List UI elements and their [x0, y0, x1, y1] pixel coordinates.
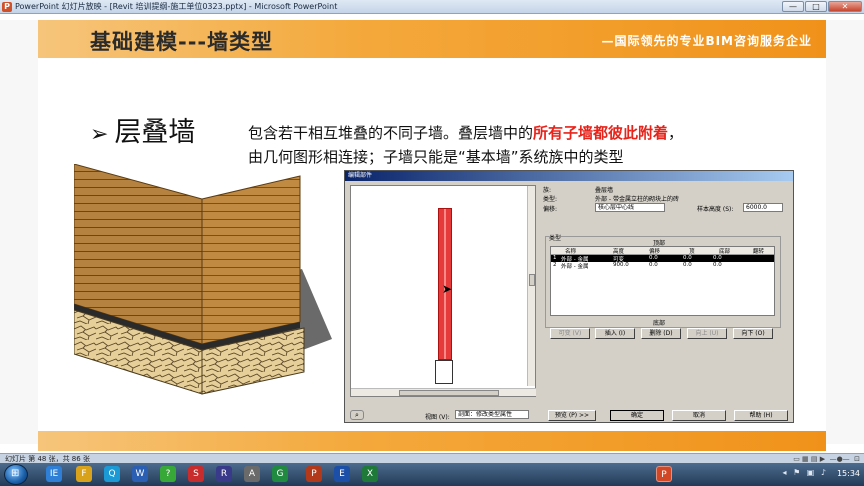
- taskbar-word-icon[interactable]: W: [132, 466, 148, 482]
- bottom-label: 底部: [653, 320, 666, 327]
- row-top: 0.0: [683, 262, 692, 268]
- taskbar-app-icon[interactable]: A: [244, 466, 260, 482]
- layers-table[interactable]: 名称 高度 偏移 顶 底部 翻转 1 外部 - 金属 可变 0.0 0.0 0.…: [550, 246, 775, 316]
- taskbar-folder-icon[interactable]: F: [76, 466, 92, 482]
- window-titlebar: P PowerPoint 幻灯片放映 - [Revit 培训提纲-施工单位032…: [0, 0, 864, 14]
- row-number: 2: [553, 262, 557, 268]
- row-top: 0.0: [683, 255, 692, 261]
- body-line-1-pre: 包含若干相互堆叠的不同子墙。叠层墙中的: [248, 124, 534, 142]
- hscroll-thumb[interactable]: [399, 390, 499, 396]
- taskbar-app-icon[interactable]: S: [188, 466, 204, 482]
- help-button[interactable]: 帮助 (H): [734, 410, 788, 421]
- taskbar-app-icon[interactable]: R: [216, 466, 232, 482]
- slide-slogan: —国际领先的专业BIM咨询服务企业: [601, 34, 812, 48]
- preview-vertical-scrollbar[interactable]: [527, 186, 535, 386]
- view-select[interactable]: 剖面：修改类型属性: [455, 410, 529, 419]
- taskbar-app-icon[interactable]: P: [306, 466, 322, 482]
- sample-height-input[interactable]: 6000.0: [743, 203, 783, 212]
- slide-canvas[interactable]: 基础建模---墙类型 —国际领先的专业BIM咨询服务企业 ➢ 层叠墙 包含若干相互…: [0, 14, 864, 453]
- vscroll-thumb[interactable]: [529, 274, 535, 286]
- taskbar-clock[interactable]: 15:34: [837, 469, 860, 478]
- table-row[interactable]: 2 外部 - 金属 900.0 0.0 0.0 0.0: [551, 262, 774, 270]
- body-line-1-highlight: 所有子墙都彼此附着: [533, 124, 669, 142]
- ok-button[interactable]: 确定: [610, 410, 664, 421]
- window-title: PowerPoint 幻灯片放映 - [Revit 培训提纲-施工单位0323.…: [15, 2, 338, 11]
- powerpoint-statusbar: 幻灯片 第 48 张，共 86 张 ▭ ▦ ▤ ▶ —●— ⊡: [0, 453, 864, 463]
- bullet-arrow-icon: ➢: [90, 122, 109, 147]
- slide-header-banner: 基础建模---墙类型 —国际领先的专业BIM咨询服务企业: [38, 20, 826, 58]
- col-top: 顶: [689, 249, 695, 255]
- dialog-titlebar: 编辑部件: [345, 171, 793, 181]
- col-height: 高度: [613, 249, 625, 255]
- family-label: 族:: [543, 187, 552, 194]
- window-controls: — □ ✕: [782, 1, 862, 12]
- col-name: 名称: [565, 249, 577, 255]
- body-line-1-post: ，: [668, 124, 684, 142]
- row-offset: 0.0: [649, 262, 658, 268]
- stacked-wall-illustration: [74, 164, 332, 395]
- slide-right-margin: [826, 20, 864, 444]
- slide-body-text: 包含若干相互堆叠的不同子墙。叠层墙中的所有子墙都彼此附着， 由几何图形相连接；子…: [248, 121, 683, 169]
- insert-button[interactable]: 插入 (I): [595, 328, 635, 339]
- table-row[interactable]: 1 外部 - 金属 可变 0.0 0.0 0.0: [551, 255, 774, 263]
- windows-taskbar: ⊞ IE F Q W ? S R A G P E X P ◂ ⚑ ▣ ♪ 15:…: [0, 463, 864, 486]
- preview-lower-wall: [435, 360, 453, 384]
- minimize-button[interactable]: —: [782, 1, 804, 12]
- wall-preview-pane[interactable]: ➤: [350, 185, 536, 397]
- system-tray-icons[interactable]: ◂ ⚑ ▣ ♪: [783, 468, 828, 477]
- bullet-heading: ➢ 层叠墙: [90, 110, 195, 149]
- cancel-button[interactable]: 取消: [672, 410, 726, 421]
- body-line-1: 包含若干相互堆叠的不同子墙。叠层墙中的所有子墙都彼此附着，: [248, 121, 683, 145]
- view-label: 视图 (V):: [425, 414, 450, 421]
- taskbar-revit-icon[interactable]: E: [334, 466, 350, 482]
- row-offset: 0.0: [649, 255, 658, 261]
- types-group-label: 类型: [549, 233, 562, 242]
- zoom-icon[interactable]: ⌕: [350, 410, 364, 420]
- edit-assembly-dialog[interactable]: 编辑部件 ➤ 族: 叠层墙 类型: 外部 - 带金属立柱的砌块上的砖 偏移: 核…: [344, 170, 794, 423]
- preview-horizontal-scrollbar[interactable]: [351, 388, 536, 396]
- table-header: 名称 高度 偏移 顶 底部 翻转: [551, 247, 774, 255]
- row-height: 900.0: [613, 262, 629, 268]
- row-number: 1: [553, 255, 557, 261]
- family-value: 叠层墙: [595, 187, 614, 194]
- variable-button[interactable]: 可变 (V): [550, 328, 590, 339]
- sample-height-label: 样本高度 (S):: [697, 206, 734, 213]
- view-buttons[interactable]: ▭ ▦ ▤ ▶ —●— ⊡: [793, 455, 860, 463]
- type-value: 外部 - 带金属立柱的砌块上的砖: [595, 196, 679, 203]
- taskbar-app-icon[interactable]: G: [272, 466, 288, 482]
- delete-button[interactable]: 删除 (D): [641, 328, 681, 339]
- col-bottom: 底部: [719, 249, 731, 255]
- row-name: 外部 - 金属: [561, 264, 589, 270]
- maximize-button[interactable]: □: [805, 1, 827, 12]
- move-down-button[interactable]: 向下 (O): [733, 328, 773, 339]
- taskbar-app-icon[interactable]: ?: [160, 466, 176, 482]
- mouse-cursor-icon: ➤: [442, 282, 453, 296]
- slide-title: 基础建模---墙类型: [90, 30, 274, 54]
- taskbar-powerpoint-icon[interactable]: P: [656, 466, 672, 482]
- powerpoint-app-icon: P: [2, 2, 12, 12]
- wood-panel-right: [201, 175, 301, 345]
- col-flip: 翻转: [753, 249, 765, 255]
- taskbar-qq-icon[interactable]: Q: [104, 466, 120, 482]
- col-offset: 偏移: [649, 249, 661, 255]
- taskbar-excel-icon[interactable]: X: [362, 466, 378, 482]
- bullet-text: 层叠墙: [114, 117, 196, 148]
- taskbar-ie-icon[interactable]: IE: [46, 466, 62, 482]
- start-button[interactable]: ⊞: [4, 464, 28, 485]
- type-label: 类型:: [543, 196, 558, 203]
- close-button[interactable]: ✕: [828, 1, 862, 12]
- row-bottom: 0.0: [713, 255, 722, 261]
- windows-logo-icon: ⊞: [11, 468, 20, 479]
- slide-left-margin: [0, 20, 38, 444]
- move-up-button[interactable]: 向上 (U): [687, 328, 727, 339]
- row-bottom: 0.0: [713, 262, 722, 268]
- offset-label: 偏移:: [543, 206, 558, 213]
- slide-footer-banner: [38, 431, 826, 451]
- offset-select[interactable]: 核心层中心线: [595, 203, 665, 212]
- preview-button[interactable]: 预览 (P) >>: [548, 410, 596, 421]
